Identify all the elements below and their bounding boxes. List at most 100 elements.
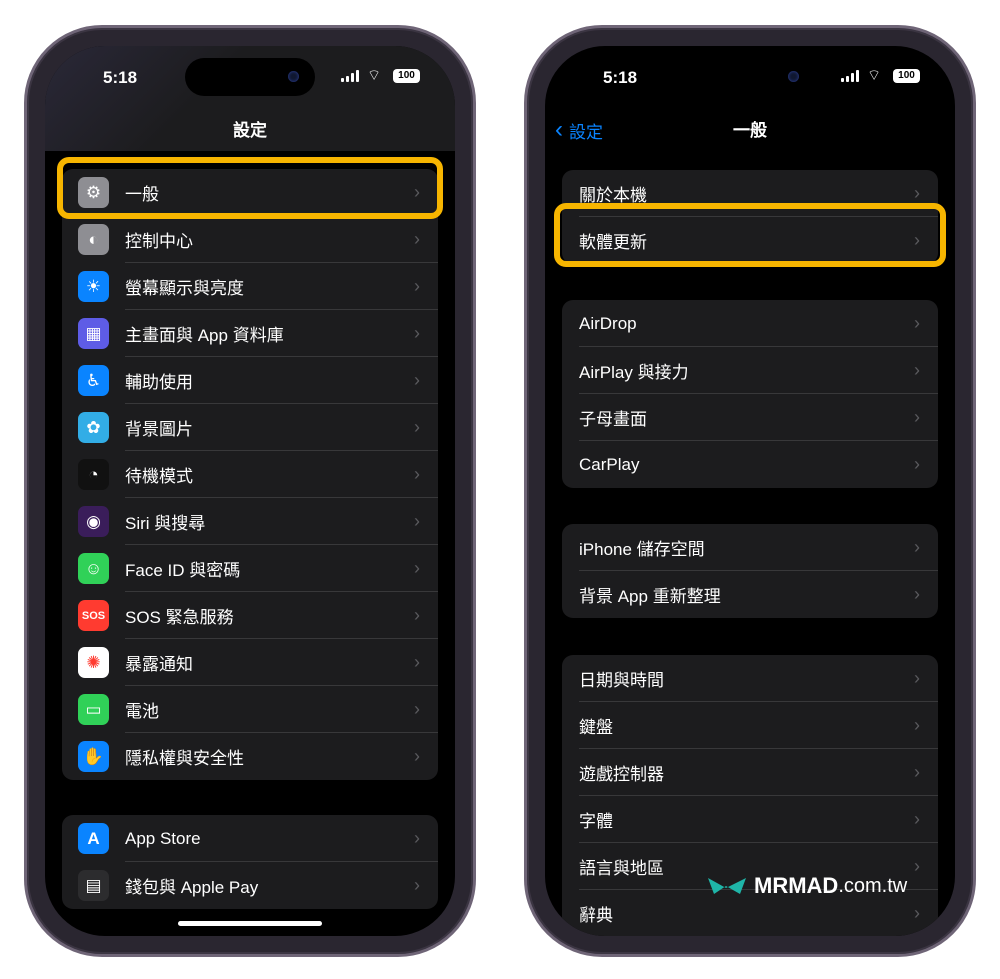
list-item-label: CarPlay: [579, 454, 640, 474]
camera-icon: [288, 71, 299, 82]
chevron-right-icon: ›: [414, 229, 420, 249]
list-item-label: AirDrop: [579, 313, 637, 333]
chevron-right-icon: ›: [414, 699, 420, 719]
list-item-label: 主畫面與 App 資料庫: [125, 326, 284, 345]
chevron-right-icon: ›: [914, 762, 920, 782]
list-item-label: 電池: [125, 702, 159, 721]
list-item-wallet[interactable]: ▤ 錢包與 Apple Pay ›: [62, 862, 438, 909]
chevron-right-icon: ›: [914, 313, 920, 333]
battery-indicator: 100: [893, 69, 920, 83]
chevron-right-icon: ›: [914, 668, 920, 688]
list-item-row[interactable]: 遊戲控制器 ›: [562, 749, 938, 796]
chevron-right-icon: ›: [914, 856, 920, 876]
list-item-hand[interactable]: ✋ 隱私權與安全性 ›: [62, 733, 438, 780]
list-item-row[interactable]: 鍵盤 ›: [562, 702, 938, 749]
list-item-siri[interactable]: ◉ Siri 與搜尋 ›: [62, 498, 438, 545]
chevron-right-icon: ›: [414, 746, 420, 766]
list-item-label: 輔助使用: [125, 373, 193, 392]
battery-icon: ▭: [78, 694, 109, 725]
settings-group: AirDrop › AirPlay 與接力 › 子母畫面 › CarPlay ›: [562, 300, 938, 488]
settings-group: ⚙ 一般 › ◐ 控制中心 › ☀ 螢幕顯示與亮度 › ▦ 主畫面與 App 資料庫 › ♿ 輔助使用 › ✿…: [62, 169, 438, 780]
face-id-icon: ☺: [78, 553, 109, 584]
settings-group: iPhone 儲存空間 › 背景 App 重新整理 ›: [562, 524, 938, 618]
flower-icon: ✿: [78, 412, 109, 443]
chevron-right-icon: ›: [414, 276, 420, 296]
list-item-standby[interactable]: ◔ 待機模式 ›: [62, 451, 438, 498]
list-item-row[interactable]: 日期與時間 ›: [562, 655, 938, 702]
list-item-label: 遊戲控制器: [579, 765, 664, 784]
list-item-sos[interactable]: SOS SOS 緊急服務 ›: [62, 592, 438, 639]
signal-icon: [341, 70, 359, 82]
list-item-label: App Store: [125, 828, 201, 848]
list-item-label: 暴露通知: [125, 655, 193, 674]
chevron-right-icon: ›: [414, 605, 420, 625]
siri-icon: ◉: [78, 506, 109, 537]
accessibility-icon: ♿: [78, 365, 109, 396]
list-item-label: 背景 App 重新整理: [579, 587, 721, 606]
list-item-app-store[interactable]: A App Store ›: [62, 815, 438, 862]
chevron-right-icon: ›: [414, 511, 420, 531]
general-screen: 5:18 ⌔ 100 ‹ 設定 一般 關於本機 › 軟體更新 › AirDrop › AirP…: [545, 46, 955, 936]
list-item-label: 隱私權與安全性: [125, 749, 244, 768]
list-item-row[interactable]: iPhone 儲存空間 ›: [562, 524, 938, 571]
list-item-accessibility[interactable]: ♿ 輔助使用 ›: [62, 357, 438, 404]
right-phone: 5:18 ⌔ 100 ‹ 設定 一般 關於本機 › 軟體更新 › AirDrop › AirP…: [524, 25, 976, 957]
list-item-label: SOS 緊急服務: [125, 608, 234, 627]
watermark-domain: .com.tw: [838, 874, 908, 897]
sos-icon: SOS: [78, 600, 109, 631]
list-item-row[interactable]: 背景 App 重新整理 ›: [562, 571, 938, 618]
hand-icon: ✋: [78, 741, 109, 772]
list-item-label: 語言與地區: [579, 859, 664, 878]
highlight-general: [57, 157, 443, 219]
list-item-row[interactable]: AirPlay 與接力 ›: [562, 347, 938, 394]
wifi-icon: ⌔: [367, 67, 382, 84]
list-item-label: 控制中心: [125, 232, 193, 251]
list-item-face-id[interactable]: ☺ Face ID 與密碼 ›: [62, 545, 438, 592]
chevron-right-icon: ›: [414, 558, 420, 578]
watermark-brand: MRMAD: [754, 873, 839, 898]
signal-icon: [841, 70, 859, 82]
home-grid-icon: ▦: [78, 318, 109, 349]
list-item-battery[interactable]: ▭ 電池 ›: [62, 686, 438, 733]
list-item-label: Siri 與搜尋: [125, 514, 206, 533]
chevron-right-icon: ›: [914, 183, 920, 203]
chevron-right-icon: ›: [414, 370, 420, 390]
list-item-label: 子母畫面: [579, 410, 647, 429]
chevron-right-icon: ›: [414, 828, 420, 848]
exposure-icon: ✺: [78, 647, 109, 678]
chevron-right-icon: ›: [914, 454, 920, 474]
chevron-right-icon: ›: [414, 323, 420, 343]
list-item-label: iPhone 儲存空間: [579, 540, 705, 559]
status-time: 5:18: [603, 68, 638, 87]
list-item-home-grid[interactable]: ▦ 主畫面與 App 資料庫 ›: [62, 310, 438, 357]
chevron-right-icon: ›: [414, 464, 420, 484]
list-item-label: 螢幕顯示與亮度: [125, 279, 244, 298]
list-item-label: Face ID 與密碼: [125, 561, 241, 580]
list-item-label: 鍵盤: [579, 718, 613, 737]
standby-icon: ◔: [78, 459, 109, 490]
list-item-label: 辭典: [579, 906, 613, 925]
home-indicator[interactable]: [178, 921, 322, 926]
page-title: 一般: [733, 121, 767, 140]
list-item-row[interactable]: 字體 ›: [562, 796, 938, 843]
list-item-row[interactable]: AirDrop ›: [562, 300, 938, 347]
list-item-toggles[interactable]: ◐ 控制中心 ›: [62, 216, 438, 263]
highlight-software-update: [554, 203, 946, 267]
dynamic-island: [685, 58, 815, 96]
list-item-row[interactable]: 子母畫面 ›: [562, 394, 938, 441]
chevron-right-icon: ›: [914, 584, 920, 604]
app-store-icon: A: [78, 823, 109, 854]
chevron-right-icon: ›: [914, 407, 920, 427]
list-item-label: 字體: [579, 812, 613, 831]
list-item-row[interactable]: CarPlay ›: [562, 441, 938, 488]
list-item-flower[interactable]: ✿ 背景圖片 ›: [62, 404, 438, 451]
list-item-label: 待機模式: [125, 467, 193, 486]
list-item-exposure[interactable]: ✺ 暴露通知 ›: [62, 639, 438, 686]
list-item-label: 日期與時間: [579, 671, 664, 690]
watermark: MRMAD .com.tw: [706, 873, 907, 899]
list-item-sun[interactable]: ☀ 螢幕顯示與亮度 ›: [62, 263, 438, 310]
battery-indicator: 100: [393, 69, 420, 83]
page-title: 設定: [233, 121, 267, 140]
chevron-right-icon: ›: [914, 809, 920, 829]
dynamic-island: [185, 58, 315, 96]
